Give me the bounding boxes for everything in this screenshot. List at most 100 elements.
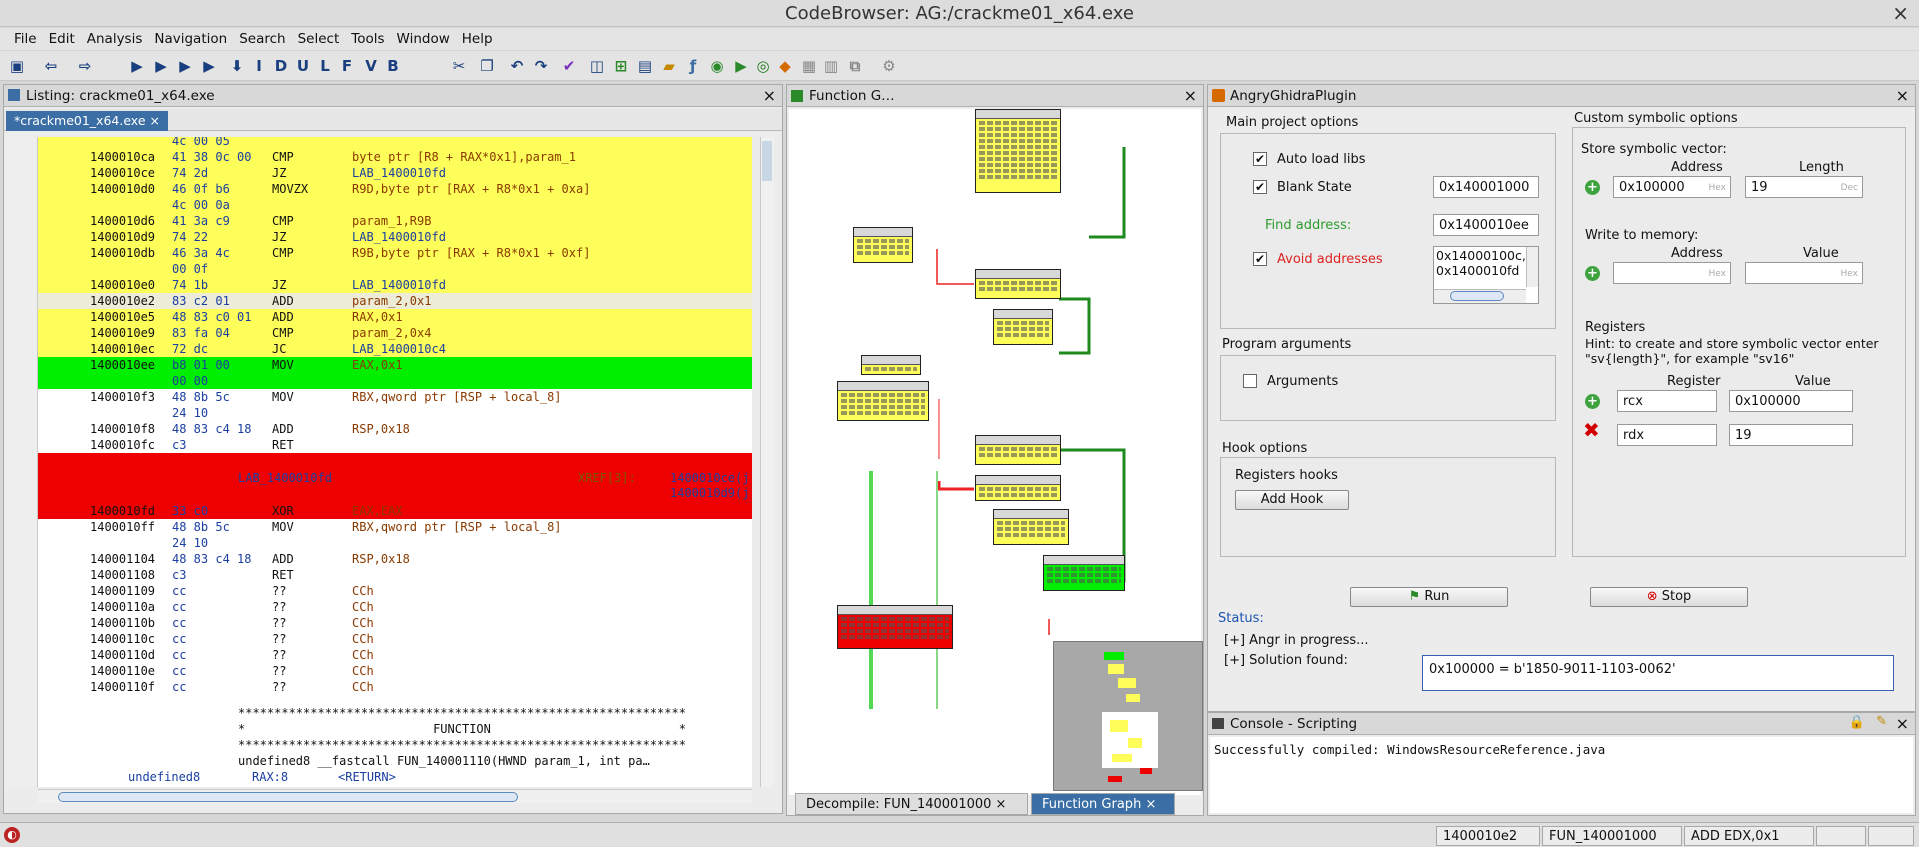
menu-edit[interactable]: Edit (43, 28, 81, 50)
listing-operand[interactable]: R9D,byte ptr [RAX + R8*0x1 + 0xa] (352, 182, 590, 196)
listing-row[interactable]: 1400010d9 74 22 JZ LAB_1400010fd (38, 229, 752, 245)
scissors-icon[interactable]: ✂ (450, 57, 468, 75)
listing-row[interactable]: 1400010ce 74 2d JZ LAB_1400010fd (38, 165, 752, 181)
listing-row[interactable]: 1400010e5 48 83 c0 01 ADD RAX,0x1 (38, 309, 752, 325)
listing-row[interactable]: 1400010ec 72 dc JC LAB_1400010c4 (38, 341, 752, 357)
listing-operand[interactable]: CCh (352, 664, 374, 678)
listing-row[interactable]: 1400010f8 48 83 c4 18 ADD RSP,0x18 (38, 421, 752, 437)
run-button[interactable]: ⚑ Run (1350, 587, 1508, 607)
window-close-icon[interactable]: × (1892, 1, 1909, 25)
run-script-icon[interactable]: ▶ (732, 57, 750, 75)
listing-row[interactable]: 1400010fc c3 RET (38, 437, 752, 453)
listing-operand[interactable]: EAX,EAX (352, 504, 403, 518)
bookmark-icon[interactable]: ◆ (776, 57, 794, 75)
listing-row[interactable]: 14000110e cc?? CCh (38, 663, 752, 679)
store-address-input[interactable]: 0x100000 Hex (1613, 176, 1731, 198)
avoid-addresses-checkbox[interactable]: ✔ (1253, 252, 1267, 266)
clear-console-icon[interactable]: ✎ (1876, 714, 1887, 729)
add-memory-icon[interactable]: + (1585, 266, 1600, 281)
graph-minimap[interactable] (1053, 641, 1203, 791)
back-icon[interactable]: ⇦ (42, 57, 60, 75)
listing-operand[interactable]: LAB_1400010c4 (352, 342, 446, 356)
listing-row[interactable]: 1400010db 46 3a 4c CMP R9B,byte ptr [RAX + … (38, 245, 752, 261)
avoid-hscroll-thumb[interactable] (1450, 291, 1504, 301)
listing-close-icon[interactable]: × (763, 86, 776, 105)
add-symbolic-vector-icon[interactable]: + (1585, 180, 1600, 195)
nav-value-icon[interactable]: V (362, 57, 380, 75)
data-type-icon[interactable]: ◉ (708, 57, 726, 75)
graph-node[interactable] (837, 381, 929, 421)
undo-icon[interactable]: ↶ (508, 57, 526, 75)
copy-icon[interactable]: ❐ (478, 57, 496, 75)
listing-row[interactable]: 4c 00 05 (38, 137, 752, 149)
graph-node[interactable] (975, 109, 1061, 193)
xref-link[interactable]: 1400010d9(j), (670, 486, 752, 500)
label-name[interactable]: LAB_1400010fd (238, 471, 332, 485)
lock-icon[interactable]: 🔒 (1849, 715, 1865, 730)
save-icon[interactable]: ▣ (8, 57, 26, 75)
listing-row[interactable]: 1400010ca 41 38 0c 00 CMP byte ptr [R8 + RA… (38, 149, 752, 165)
listing-row[interactable]: 1400010ee b8 01 00 MOV EAX,0x1 (38, 357, 752, 373)
check-icon[interactable]: ✔ (560, 57, 578, 75)
menu-help[interactable]: Help (456, 28, 499, 50)
graph-node[interactable] (975, 269, 1061, 299)
listing-row[interactable]: 14000110b cc?? CCh (38, 615, 752, 631)
tab-function-graph[interactable]: Function Graph × (1031, 793, 1175, 815)
write-value-input[interactable]: Hex (1745, 262, 1863, 284)
blank-state-checkbox[interactable]: ✔ (1253, 180, 1267, 194)
listing-operand[interactable]: RAX,0x1 (352, 310, 403, 324)
forward-icon[interactable]: ⇨ (76, 57, 94, 75)
listing-operand[interactable]: CCh (352, 632, 374, 646)
listing-operand[interactable]: EAX,0x1 (352, 358, 403, 372)
listing-row[interactable]: 14000110f cc?? CCh (38, 679, 752, 695)
xref-link[interactable]: 1400010ce(j), (670, 471, 752, 485)
listing-operand[interactable]: CCh (352, 600, 374, 614)
stop-button[interactable]: ⊗ Stop (1590, 587, 1748, 607)
add-hook-button[interactable]: Add Hook (1235, 490, 1349, 510)
menu-select[interactable]: Select (292, 28, 346, 50)
register-value-input[interactable]: 19 (1729, 424, 1853, 446)
write-address-input[interactable]: Hex (1613, 262, 1731, 284)
console-close-icon[interactable]: × (1896, 714, 1909, 733)
nav-next-label-icon[interactable]: ▶ (200, 57, 218, 75)
listing-operand[interactable]: param_1,R9B (352, 214, 431, 228)
listing-row[interactable]: 140001109 cc?? CCh (38, 583, 752, 599)
listing-operand[interactable]: CCh (352, 584, 374, 598)
nav-next-data-icon[interactable]: ▶ (152, 57, 170, 75)
store-length-input[interactable]: 19 Dec (1745, 176, 1863, 198)
listing-operand[interactable]: LAB_1400010fd (352, 166, 446, 180)
register-name-input[interactable]: rcx (1617, 390, 1717, 412)
listing-operand[interactable]: CCh (352, 616, 374, 630)
listing-operand[interactable]: RSP,0x18 (352, 552, 410, 566)
add-register-icon[interactable]: + (1585, 394, 1600, 409)
listing-operand[interactable]: param_2,0x1 (352, 294, 431, 308)
listing-row[interactable]: 1400010ff 48 8b 5c MOV RBX,qword ptr [RSP +… (38, 519, 752, 535)
menu-search[interactable]: Search (233, 28, 291, 50)
nav-label-icon[interactable]: L (316, 57, 334, 75)
nav-instruction-icon[interactable]: I (250, 57, 268, 75)
nav-function-icon[interactable]: F (338, 57, 356, 75)
symbol-tree-icon[interactable]: ▤ (636, 57, 654, 75)
plugin-close-icon[interactable]: × (1896, 86, 1909, 105)
graph-node[interactable] (993, 509, 1069, 545)
register-name-input[interactable]: rdx (1617, 424, 1717, 446)
listing-row[interactable]: 14000110c cc?? CCh (38, 631, 752, 647)
graph-node[interactable] (853, 227, 913, 263)
arguments-checkbox[interactable] (1243, 374, 1257, 388)
listing-row[interactable]: 00 0f (38, 261, 752, 277)
decompiler-icon[interactable]: ◫ (588, 57, 606, 75)
graph-node-target[interactable] (1043, 555, 1125, 591)
find-address-input[interactable]: 0x1400010ee (1433, 214, 1539, 236)
listing-operand[interactable]: RSP,0x18 (352, 422, 410, 436)
nav-bookmark-icon[interactable]: B (384, 57, 402, 75)
auto-load-libs-checkbox[interactable]: ✔ (1253, 152, 1267, 166)
listing-row[interactable]: 1400010f3 48 8b 5c MOV RBX,qword ptr [RSP +… (38, 389, 752, 405)
listing-row[interactable]: 00 00 (38, 373, 752, 389)
listing-row[interactable]: 14000110a cc?? CCh (38, 599, 752, 615)
listing-row[interactable]: 140001104 48 83 c4 18 ADD RSP,0x18 (38, 551, 752, 567)
memory-icon[interactable]: ▥ (822, 57, 840, 75)
menu-tools[interactable]: Tools (345, 28, 390, 50)
listing-row[interactable]: 1400010d6 41 3a c9 CMP param_1,R9B (38, 213, 752, 229)
nav-next-undefined-icon[interactable]: ▶ (176, 57, 194, 75)
register-value-input[interactable]: 0x100000 (1729, 390, 1853, 412)
